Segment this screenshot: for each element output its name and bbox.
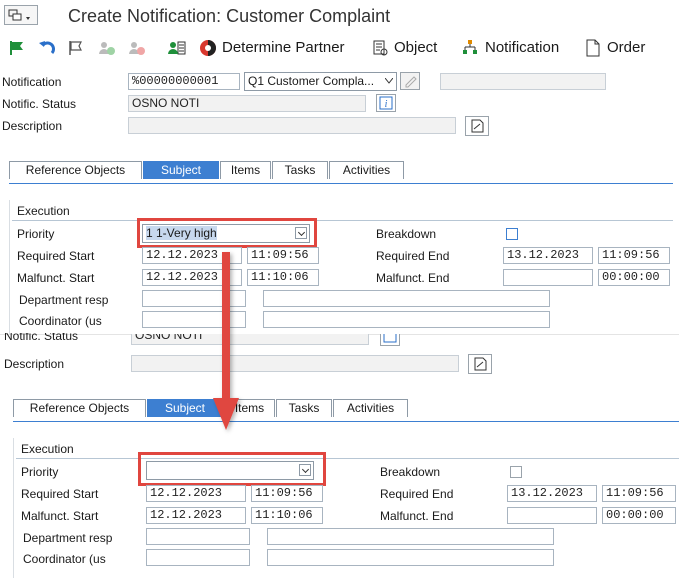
flag-outline-icon[interactable] <box>67 40 85 56</box>
malfunct-end-date-bottom[interactable] <box>507 507 597 524</box>
priority-highlight-bottom <box>138 452 326 486</box>
required-end-time-bottom[interactable]: 11:09:56 <box>602 485 676 502</box>
status-label: Notific. Status <box>2 97 77 111</box>
malfunct-start-time-top[interactable]: 11:10:06 <box>247 269 319 286</box>
long-text-icon <box>474 357 487 371</box>
malfunct-end-label-top: Malfunct. End <box>376 271 450 285</box>
description-label: Description <box>2 119 63 133</box>
malfunct-end-label-bottom: Malfunct. End <box>380 509 454 523</box>
priority-label-top: Priority <box>17 227 55 241</box>
long-text-button[interactable] <box>465 116 489 136</box>
malfunct-start-label-top: Malfunct. Start <box>17 271 95 285</box>
department-text-field-top <box>263 290 550 307</box>
red-arrow-annotation <box>213 252 239 430</box>
notification-number-field[interactable]: %00000000001 <box>128 73 240 90</box>
required-end-date-bottom[interactable]: 13.12.2023 <box>507 485 597 502</box>
chevron-down-icon <box>385 78 393 84</box>
long-text-button-bottom[interactable] <box>468 354 492 374</box>
tab-activities[interactable]: Activities <box>329 161 404 179</box>
tab-reference-objects[interactable]: Reference Objects <box>13 399 146 417</box>
status-field: OSNO NOTI <box>128 95 366 112</box>
required-end-time-top[interactable]: 11:09:56 <box>598 247 670 264</box>
description-field-bottom <box>131 355 459 372</box>
coordinator-label-top: Coordinator (us <box>19 314 102 328</box>
reject-person-icon[interactable] <box>127 40 147 56</box>
execution-rule-bottom <box>16 458 679 459</box>
execution-group-title-bottom: Execution <box>21 442 74 456</box>
tab-items[interactable]: Items <box>220 161 271 179</box>
department-label-bottom: Department resp <box>23 531 113 545</box>
menu-icon <box>8 9 30 21</box>
tab-activities[interactable]: Activities <box>333 399 408 417</box>
priority-label-bottom: Priority <box>21 465 59 479</box>
required-start-date-bottom[interactable]: 12.12.2023 <box>146 485 246 502</box>
coordinator-text-field-bottom <box>267 549 554 566</box>
malfunct-start-date-bottom[interactable]: 12.12.2023 <box>146 507 246 524</box>
execution-group-title-top: Execution <box>17 204 70 218</box>
description-field <box>128 117 456 134</box>
malfunct-start-time-bottom[interactable]: 11:10:06 <box>251 507 323 524</box>
coordinator-field-bottom[interactable] <box>146 549 250 566</box>
required-end-label-top: Required End <box>376 249 450 263</box>
description-label-bottom: Description <box>4 357 65 371</box>
malfunct-start-label-bottom: Malfunct. Start <box>21 509 99 523</box>
pencil-icon <box>405 76 417 88</box>
tab-tasks[interactable]: Tasks <box>272 161 328 179</box>
object-icon <box>373 40 388 56</box>
object-button[interactable]: Object <box>394 37 437 59</box>
required-start-time-bottom[interactable]: 11:09:56 <box>251 485 323 502</box>
order-button[interactable]: Order <box>607 37 645 59</box>
department-text-field-bottom <box>267 528 554 545</box>
svg-text:i: i <box>385 99 388 110</box>
order-icon <box>586 39 600 57</box>
notification-button[interactable]: Notification <box>485 37 559 59</box>
info-icon <box>383 334 397 343</box>
malfunct-end-time-bottom[interactable]: 00:00:00 <box>602 507 676 524</box>
execution-rule-top <box>12 220 673 221</box>
info-icon: i <box>379 96 393 110</box>
save-flag-icon[interactable] <box>8 40 26 56</box>
tab-divider-bottom <box>13 421 679 422</box>
required-end-label-bottom: Required End <box>380 487 454 501</box>
approve-person-icon[interactable] <box>97 40 117 56</box>
notification-label: Notification <box>2 75 62 89</box>
required-start-label-top: Required Start <box>17 249 95 263</box>
notification-type-value: Q1 Customer Compla... <box>248 74 375 88</box>
required-start-label-bottom: Required Start <box>21 487 99 501</box>
partner-list-icon[interactable] <box>167 40 187 56</box>
tab-strip-bottom: Reference Objects Subject Items Tasks Ac… <box>13 399 673 417</box>
status-info-button[interactable]: i <box>376 94 396 112</box>
department-field-bottom[interactable] <box>146 528 250 545</box>
notification-type-text-field <box>440 73 606 90</box>
malfunct-end-time-top[interactable]: 00:00:00 <box>598 269 670 286</box>
coordinator-text-field-top <box>263 311 550 328</box>
determine-partner-button[interactable]: Determine Partner <box>222 37 345 59</box>
malfunct-end-date-top[interactable] <box>503 269 593 286</box>
required-end-date-top[interactable]: 13.12.2023 <box>503 247 593 264</box>
department-label-top: Department resp <box>19 293 109 307</box>
tab-subject[interactable]: Subject <box>143 161 219 179</box>
edit-type-button[interactable] <box>400 72 420 90</box>
tab-reference-objects[interactable]: Reference Objects <box>9 161 142 179</box>
required-start-time-top[interactable]: 11:09:56 <box>247 247 319 264</box>
long-text-icon <box>471 119 484 133</box>
notification-icon <box>463 40 477 54</box>
breakdown-label-top: Breakdown <box>376 227 437 241</box>
menu-button[interactable] <box>4 5 38 25</box>
undo-icon[interactable] <box>37 40 57 56</box>
status-label-bottom: Notific. Status <box>4 333 79 343</box>
notification-type-select[interactable]: Q1 Customer Compla... <box>244 72 397 91</box>
priority-highlight-top <box>137 218 317 248</box>
tab-divider-top <box>9 183 673 184</box>
status-info-button-bottom[interactable] <box>380 334 400 346</box>
status-field-bottom: OSNO NOTI <box>131 334 369 345</box>
page-title: Create Notification: Customer Complaint <box>68 6 391 26</box>
breakdown-checkbox-bottom[interactable] <box>510 466 522 478</box>
coordinator-label-bottom: Coordinator (us <box>23 552 106 566</box>
breakdown-checkbox-top[interactable] <box>506 228 518 240</box>
tab-tasks[interactable]: Tasks <box>276 399 332 417</box>
tab-strip-top: Reference Objects Subject Items Tasks Ac… <box>9 161 669 179</box>
determine-partner-icon <box>200 40 216 56</box>
breakdown-label-bottom: Breakdown <box>380 465 441 479</box>
